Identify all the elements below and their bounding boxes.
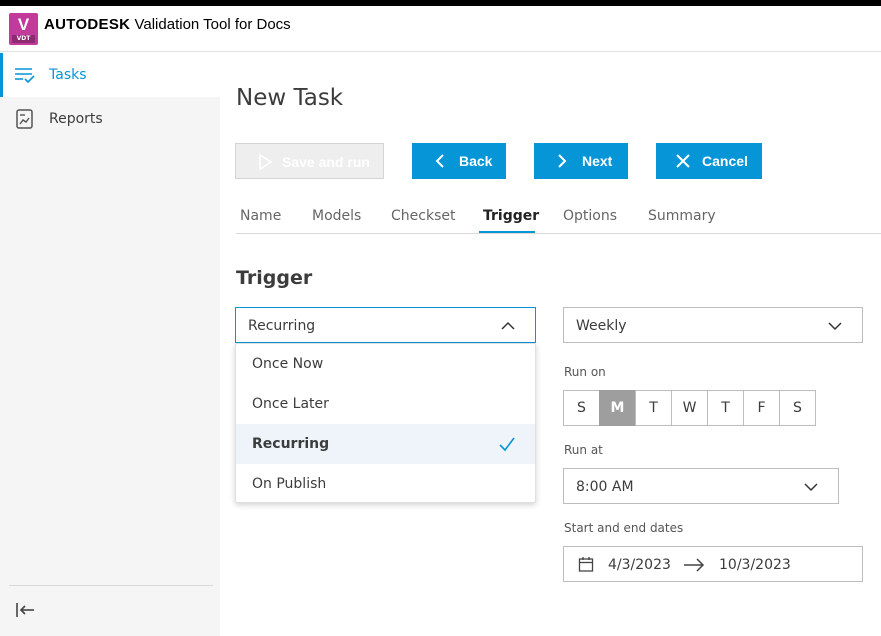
app-logo: V VDT bbox=[9, 13, 38, 45]
option-label: Once Later bbox=[252, 396, 329, 412]
sidebar-divider bbox=[9, 585, 213, 586]
tab-checkset[interactable]: Checkset bbox=[391, 207, 455, 225]
frequency-select[interactable]: Weekly bbox=[563, 307, 863, 343]
wizard-tabs: Name Models Checkset Trigger Options Sum… bbox=[236, 207, 881, 234]
collapse-sidebar-icon[interactable] bbox=[14, 600, 36, 620]
day-button-sunday[interactable]: S bbox=[563, 390, 600, 426]
brand-name: AUTODESK bbox=[44, 16, 131, 33]
start-date[interactable]: 4/3/2023 bbox=[608, 556, 671, 574]
cancel-label: Cancel bbox=[702, 153, 748, 169]
chevron-up-icon bbox=[501, 321, 515, 330]
option-on-publish[interactable]: On Publish bbox=[236, 464, 535, 504]
save-and-run-button[interactable]: Save and run bbox=[235, 143, 384, 179]
report-icon bbox=[16, 109, 33, 129]
tab-name[interactable]: Name bbox=[240, 207, 281, 225]
sidebar-item-label: Reports bbox=[49, 111, 103, 127]
app-title: AUTODESK Validation Tool for Docs bbox=[44, 16, 291, 34]
end-date[interactable]: 10/3/2023 bbox=[719, 556, 791, 574]
trigger-select[interactable]: Recurring bbox=[235, 307, 536, 343]
logo-sub: VDT bbox=[12, 35, 35, 43]
trigger-dropdown-menu: Once Now Once Later Recurring On Publish bbox=[235, 343, 536, 503]
close-icon bbox=[676, 154, 690, 168]
chevron-down-icon bbox=[828, 322, 842, 331]
option-once-now[interactable]: Once Now bbox=[236, 344, 535, 384]
date-range-picker[interactable]: 4/3/2023 10/3/2023 bbox=[563, 546, 863, 582]
day-button-monday[interactable]: M bbox=[599, 390, 636, 426]
day-button-tuesday[interactable]: T bbox=[635, 390, 672, 426]
run-at-label: Run at bbox=[564, 443, 603, 457]
option-label: On Publish bbox=[252, 476, 327, 492]
app-header: V VDT AUTODESK Validation Tool for Docs bbox=[0, 6, 881, 52]
chevron-right-icon bbox=[558, 154, 567, 168]
trigger-select-value: Recurring bbox=[248, 318, 316, 334]
frequency-select-value: Weekly bbox=[576, 318, 627, 334]
back-label: Back bbox=[459, 153, 493, 169]
tab-options[interactable]: Options bbox=[563, 207, 617, 225]
sidebar: Tasks Reports bbox=[0, 53, 220, 636]
calendar-icon bbox=[578, 557, 594, 572]
day-button-friday[interactable]: F bbox=[743, 390, 780, 426]
tab-models[interactable]: Models bbox=[312, 207, 361, 225]
next-button[interactable]: Next bbox=[534, 143, 628, 179]
sidebar-item-tasks[interactable]: Tasks bbox=[0, 53, 220, 97]
day-button-thursday[interactable]: T bbox=[707, 390, 744, 426]
run-at-select-value: 8:00 AM bbox=[576, 479, 634, 495]
run-on-label: Run on bbox=[564, 365, 606, 379]
product-name: Validation Tool for Docs bbox=[134, 16, 291, 33]
option-recurring[interactable]: Recurring bbox=[236, 424, 535, 464]
chevron-left-icon bbox=[435, 154, 444, 168]
save-and-run-label: Save and run bbox=[282, 154, 370, 170]
tasks-list-icon bbox=[15, 68, 35, 84]
tab-summary[interactable]: Summary bbox=[648, 207, 716, 225]
run-at-select[interactable]: 8:00 AM bbox=[563, 468, 839, 504]
day-button-wednesday[interactable]: W bbox=[671, 390, 708, 426]
check-icon bbox=[499, 437, 515, 452]
cancel-button[interactable]: Cancel bbox=[656, 143, 762, 179]
option-label: Recurring bbox=[252, 436, 330, 452]
chevron-down-icon bbox=[804, 483, 818, 492]
page-title: New Task bbox=[236, 85, 344, 111]
back-button[interactable]: Back bbox=[412, 143, 506, 179]
play-icon bbox=[259, 153, 273, 171]
tab-trigger[interactable]: Trigger bbox=[483, 207, 539, 225]
next-label: Next bbox=[582, 153, 613, 169]
option-label: Once Now bbox=[252, 356, 324, 372]
logo-letter: V bbox=[17, 15, 30, 34]
day-button-saturday[interactable]: S bbox=[779, 390, 816, 426]
option-once-later[interactable]: Once Later bbox=[236, 384, 535, 424]
active-tab-indicator bbox=[479, 231, 535, 233]
arrow-right-icon bbox=[684, 558, 705, 572]
sidebar-item-label: Tasks bbox=[49, 67, 87, 83]
dates-label: Start and end dates bbox=[564, 521, 684, 535]
sidebar-item-reports[interactable]: Reports bbox=[0, 97, 220, 141]
section-title: Trigger bbox=[236, 267, 313, 289]
